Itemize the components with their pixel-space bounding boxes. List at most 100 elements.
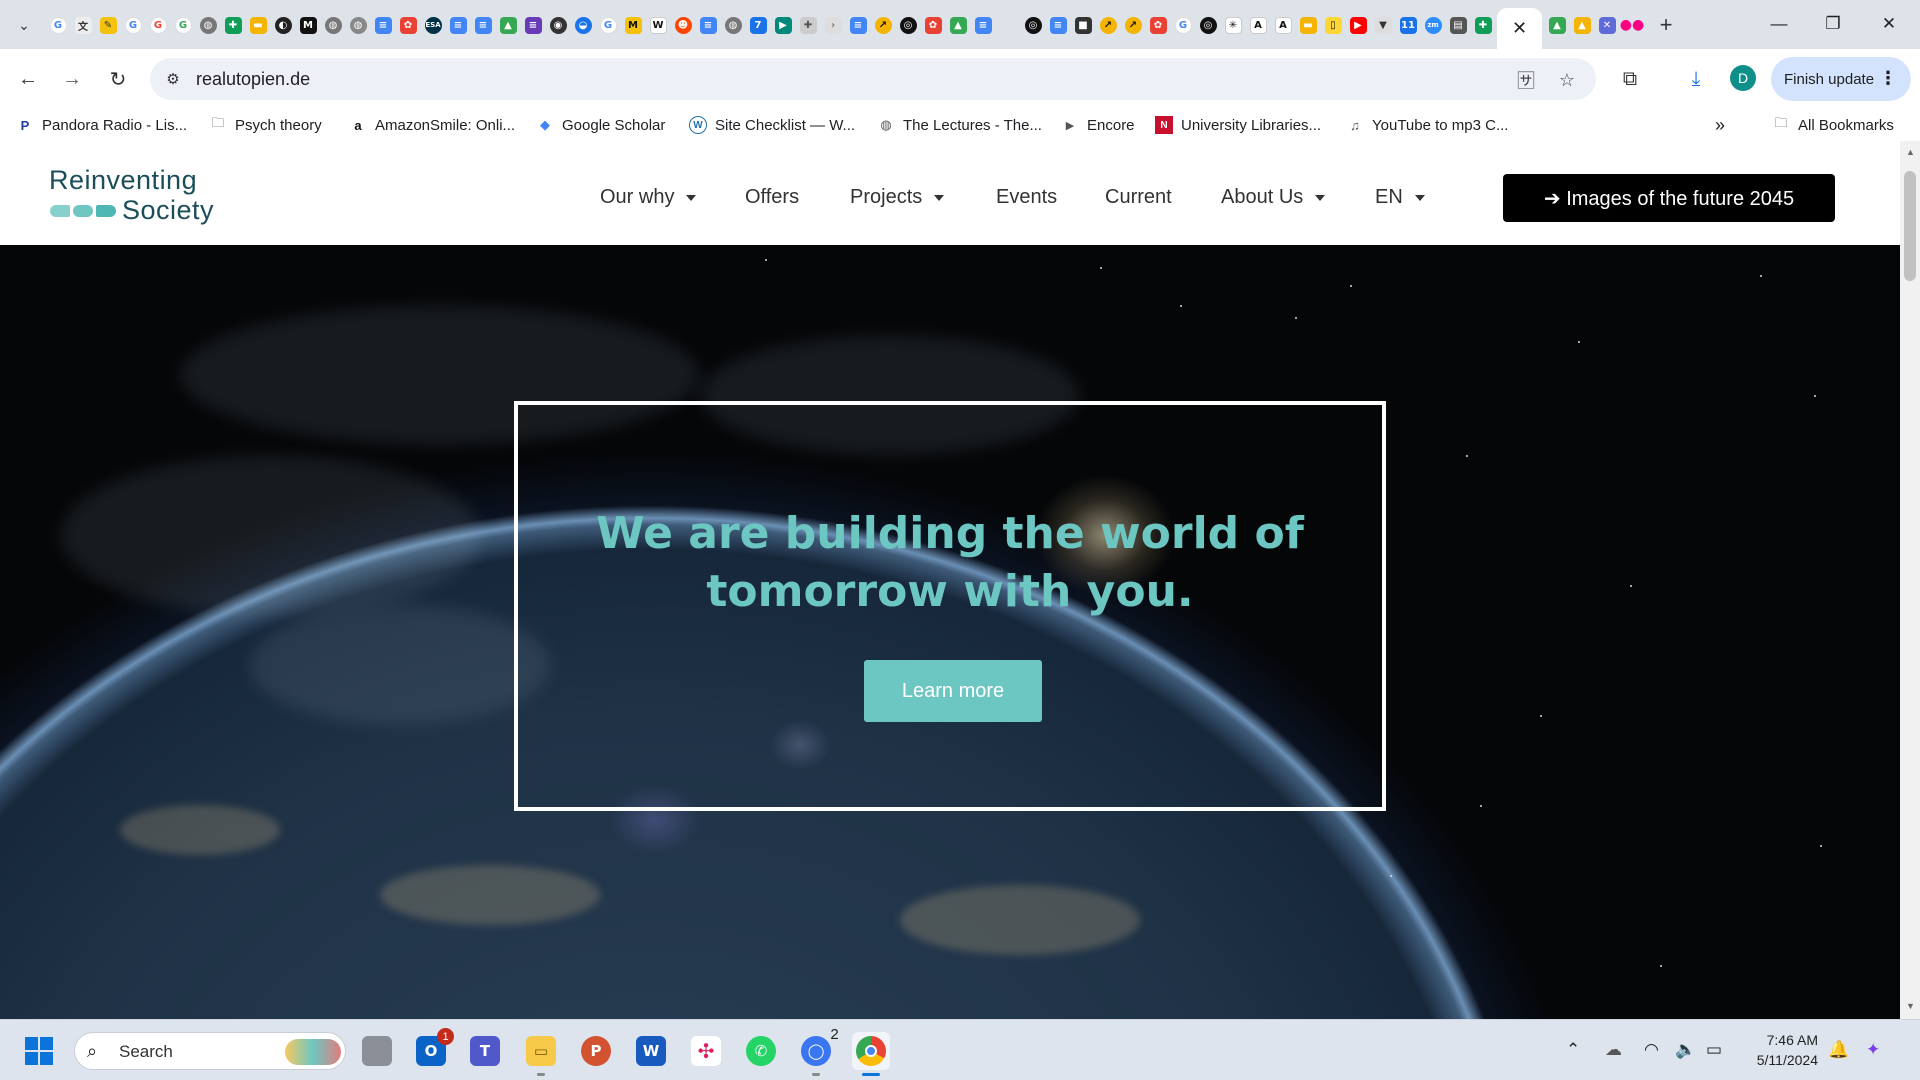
tab-esa[interactable]: ESA (421, 13, 445, 37)
site-info-tune-icon[interactable]: ⚙ (162, 68, 184, 90)
bookmark-the-lectures[interactable]: ◍ The Lectures - The... (877, 114, 1042, 136)
finish-update-button[interactable]: Finish update ⋮ (1771, 57, 1911, 101)
tab-app[interactable]: ✿ (1146, 13, 1170, 37)
menu-events[interactable]: Events (996, 185, 1057, 209)
tab-drive[interactable]: ▲ (946, 13, 970, 37)
tab-docs[interactable]: ≡ (1046, 13, 1070, 37)
bookmark-psych-theory[interactable]: 🗀 Psych theory (209, 114, 321, 136)
tab-globe[interactable]: ◍ (321, 13, 345, 37)
tab-globe[interactable]: ◍ (721, 13, 745, 37)
menu-about-us[interactable]: About Us (1221, 185, 1326, 209)
tab-drive[interactable]: ▲ (1570, 13, 1594, 37)
tab-app[interactable]: A (1246, 13, 1270, 37)
tab-app[interactable]: ▼ (1371, 13, 1395, 37)
more-menu-icon[interactable]: ⋮ (1879, 68, 1897, 89)
tab-search-chevron-icon[interactable]: ⌄ (10, 12, 38, 38)
bookmark-google-scholar[interactable]: ◆ Google Scholar (536, 114, 665, 136)
bookmark-amazonsmile[interactable]: a AmazonSmile: Onli... (349, 114, 515, 136)
wifi-icon[interactable]: ◠ (1644, 1040, 1659, 1060)
outlook-icon[interactable]: O 1 (412, 1028, 454, 1070)
tab-docs[interactable]: ≡ (446, 13, 470, 37)
tab-docs[interactable]: ≡ (846, 13, 870, 37)
taskbar-clock[interactable]: 7:46 AM 5/11/2024 (1738, 1030, 1818, 1070)
whatsapp-icon[interactable]: ✆ (742, 1032, 780, 1070)
tab-app[interactable]: M (621, 13, 645, 37)
menu-offers[interactable]: Offers (745, 185, 799, 209)
site-logo[interactable]: Reinventing Society (49, 165, 229, 225)
chrome-icon[interactable] (852, 1032, 890, 1076)
signal-icon[interactable]: ◯ 2 (797, 1026, 839, 1076)
bookmark-youtube-mp3[interactable]: ♫ YouTube to mp3 C... (1346, 114, 1508, 136)
tab-github[interactable]: ◎ (1021, 13, 1045, 37)
tab-globe[interactable]: ◍ (196, 13, 220, 37)
volume-icon[interactable]: 🔈 (1675, 1040, 1696, 1060)
tab-google[interactable]: G (596, 13, 620, 37)
tab-google[interactable]: G (121, 13, 145, 37)
battery-icon[interactable]: ▭ (1706, 1040, 1722, 1060)
copilot-icon[interactable]: ✦ (1866, 1040, 1880, 1060)
show-hidden-icons-chevron-icon[interactable]: ⌃ (1566, 1040, 1580, 1060)
tab-github[interactable]: ◎ (1196, 13, 1220, 37)
menu-projects[interactable]: Projects (850, 185, 945, 209)
tab-app[interactable]: ↗ (1096, 13, 1120, 37)
tab-app[interactable]: ◉ (546, 13, 570, 37)
tab-calendar[interactable]: 7 (746, 13, 770, 37)
tab-google[interactable]: G (1171, 13, 1195, 37)
close-tab-icon[interactable]: ✕ (1512, 18, 1527, 39)
address-bar[interactable]: ⚙ realutopien.de 🈂 ☆ (150, 58, 1596, 100)
tab-reddit[interactable]: ☻ (671, 13, 695, 37)
close-window-icon[interactable]: ✕ (1866, 8, 1912, 40)
task-view-icon[interactable] (358, 1032, 396, 1070)
download-icon[interactable]: ⤓ (1680, 63, 1712, 95)
page-scrollbar[interactable]: ▲ ▼ (1900, 141, 1920, 1019)
menu-our-why[interactable]: Our why (600, 185, 697, 209)
bookmark-university-libraries[interactable]: N University Libraries... (1155, 114, 1321, 136)
word-icon[interactable]: W (632, 1032, 670, 1070)
tab-docs[interactable]: ≡ (971, 13, 995, 37)
tab-app[interactable]: ✕ (1595, 13, 1619, 37)
all-bookmarks[interactable]: 🗀 All Bookmarks (1772, 114, 1893, 136)
bookmark-encore[interactable]: ▶ Encore (1061, 114, 1135, 136)
scroll-thumb[interactable] (1904, 171, 1916, 281)
scroll-down-arrow-icon[interactable]: ▼ (1906, 1001, 1915, 1011)
tab-app[interactable]: ◐ (271, 13, 295, 37)
tab-slides[interactable]: ▬ (246, 13, 270, 37)
tab-docs[interactable]: ≡ (471, 13, 495, 37)
images-of-the-future-button[interactable]: ➔ Images of the future 2045 (1503, 174, 1835, 222)
tab-app[interactable]: ✳ (1221, 13, 1245, 37)
tab-app[interactable]: ■ (1071, 13, 1095, 37)
scroll-up-arrow-icon[interactable]: ▲ (1906, 147, 1915, 157)
tab-drive[interactable]: ▲ (496, 13, 520, 37)
powerpoint-icon[interactable]: P (577, 1032, 615, 1070)
tab-translate[interactable]: 文 (71, 13, 95, 37)
restore-icon[interactable]: ❐ (1810, 8, 1856, 40)
taskbar-search-box[interactable]: ⌕ Search (74, 1032, 346, 1070)
tab-google[interactable]: G (171, 13, 195, 37)
translate-icon[interactable]: 🈂 (1513, 67, 1539, 93)
menu-current[interactable]: Current (1105, 185, 1172, 209)
tab-calendar[interactable]: 11 (1396, 13, 1420, 37)
tab-app[interactable]: A (1271, 13, 1295, 37)
tab-pencil[interactable]: ✎ (96, 13, 120, 37)
bookmark-pandora[interactable]: P Pandora Radio - Lis... (16, 114, 187, 136)
tab-app[interactable]: ✿ (396, 13, 420, 37)
tab-google[interactable]: G (46, 13, 70, 37)
tab-app[interactable]: › (821, 13, 845, 37)
bookmark-site-checklist[interactable]: W Site Checklist — W... (689, 114, 855, 136)
minimize-icon[interactable]: — (1756, 8, 1802, 40)
tab-app[interactable]: M (296, 13, 320, 37)
tab-google[interactable]: G (146, 13, 170, 37)
tab-app[interactable]: ↗ (1121, 13, 1145, 37)
tab-github[interactable]: ◎ (896, 13, 920, 37)
new-tab-plus-icon[interactable]: + (1651, 10, 1681, 40)
tab-sheets[interactable]: ✚ (221, 13, 245, 37)
tab-youtube[interactable]: ▶ (1346, 13, 1370, 37)
tab-app[interactable]: ✿ (921, 13, 945, 37)
tab-docs[interactable]: ≡ (696, 13, 720, 37)
learn-more-button[interactable]: Learn more (864, 660, 1042, 722)
url-text[interactable]: realutopien.de (196, 69, 310, 90)
tab-meet[interactable]: ▶ (771, 13, 795, 37)
profile-avatar[interactable]: D (1730, 65, 1756, 91)
bookmark-star-icon[interactable]: ☆ (1554, 67, 1580, 93)
tab-app[interactable]: ◒ (571, 13, 595, 37)
